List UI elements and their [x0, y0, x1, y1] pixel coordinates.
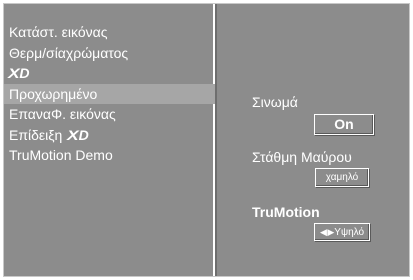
cinema-label: Σινωμά	[252, 94, 298, 110]
black-level-value-button[interactable]: χαμηλό	[315, 168, 369, 187]
menu-item-label: Θερμ/σίαχρώματος	[9, 44, 129, 61]
menu-item-label: Επίδειξη	[9, 126, 63, 143]
menu-item-label: ΕπαναΦ. εικόνας	[9, 106, 116, 122]
left-right-arrows-icon: ◀ ▶	[319, 227, 334, 237]
trumotion-value: Υψηλό	[334, 227, 365, 238]
black-level-value: χαμηλό	[325, 172, 359, 183]
menu-item-label: Προχωρημένο	[9, 85, 98, 102]
menu-item-label: Κατάστ. εικόνας	[9, 24, 108, 40]
menu-item-advanced[interactable]: Προχωρημένο	[4, 83, 215, 104]
menu-item-trumotion-demo[interactable]: TruMotion Demo	[4, 145, 215, 166]
menu-item-picture-mode[interactable]: Κατάστ. εικόνας	[4, 22, 215, 43]
menu-item-picture-reset[interactable]: ΕπαναΦ. εικόνας	[4, 104, 215, 125]
menu-item-label: TruMotion Demo	[9, 147, 113, 163]
trumotion-label: TruMotion	[252, 204, 320, 220]
panel-divider	[215, 4, 217, 276]
xd-logo: XD	[7, 65, 30, 81]
menu-item-color-temperature[interactable]: Θερμ/σίαχρώματος	[4, 43, 215, 64]
menu-list: Κατάστ. εικόνας Θερμ/σίαχρώματος XD Προχ…	[4, 22, 215, 166]
menu-panel: Κατάστ. εικόνας Θερμ/σίαχρώματος XD Προχ…	[4, 4, 215, 276]
osd-menu: Κατάστ. εικόνας Θερμ/σίαχρώματος XD Προχ…	[3, 3, 410, 277]
cinema-value: On	[334, 116, 354, 132]
trumotion-value-selector[interactable]: ◀ ▶Υψηλό	[314, 223, 370, 241]
black-level-label: Στάθμη Μαύρου	[252, 149, 352, 165]
xd-logo: XD	[67, 126, 89, 143]
menu-item-xd-demo[interactable]: Επίδειξη XD	[4, 125, 215, 146]
settings-panel: Σινωμά On Στάθμη Μαύρου χαμηλό TruMotion…	[218, 4, 408, 276]
cinema-value-button[interactable]: On	[314, 114, 374, 135]
menu-item-xd[interactable]: XD	[4, 63, 215, 84]
